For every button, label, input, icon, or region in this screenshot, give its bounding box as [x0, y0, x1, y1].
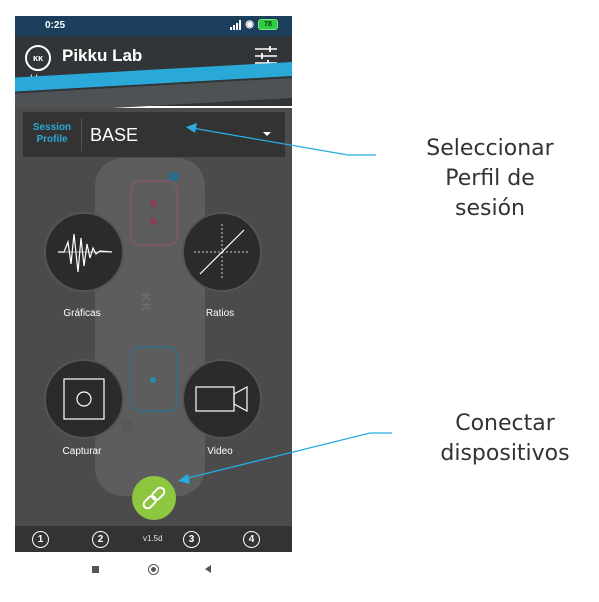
profile-annotation: Seleccionar Perfil de sesión — [426, 136, 554, 221]
annotation-arrows — [178, 123, 392, 484]
connect-annotation: Conectar dispositivos — [440, 411, 570, 466]
